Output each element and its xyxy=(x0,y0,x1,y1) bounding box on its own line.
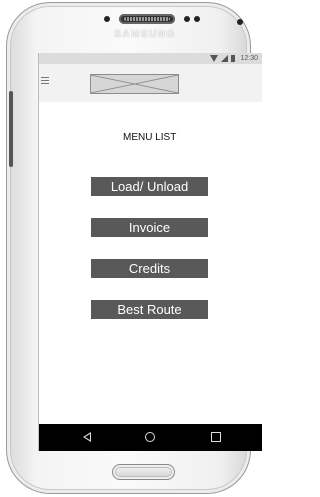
front-camera xyxy=(104,16,110,22)
brand-logo: SAMSUNG xyxy=(114,29,176,40)
light-sensor xyxy=(194,16,200,22)
wifi-icon xyxy=(210,55,219,62)
app-bar xyxy=(39,64,262,102)
best-route-button[interactable]: Best Route xyxy=(91,300,208,319)
sensor-dot xyxy=(237,19,243,25)
credits-button[interactable]: Credits xyxy=(91,259,208,278)
recent-apps-icon[interactable] xyxy=(211,432,221,442)
back-icon[interactable] xyxy=(83,432,91,442)
phone-frame: SAMSUNG 12:30 MENU LIST Load/ Unload Inv… xyxy=(6,2,262,494)
signal-icon xyxy=(221,55,229,62)
status-time: 12:30 xyxy=(240,55,258,62)
app-screen: 12:30 MENU LIST Load/ Unload Invoice Cre… xyxy=(38,53,262,451)
load-unload-button[interactable]: Load/ Unload xyxy=(91,177,208,196)
home-icon[interactable] xyxy=(145,432,155,442)
earpiece-speaker xyxy=(119,14,175,24)
physical-home-button[interactable] xyxy=(112,464,175,480)
proximity-sensor xyxy=(184,16,190,22)
navigation-bar xyxy=(39,424,262,451)
menu-list-title: MENU LIST xyxy=(123,132,177,143)
hamburger-menu-icon[interactable] xyxy=(41,77,49,86)
invoice-button[interactable]: Invoice xyxy=(91,218,208,237)
status-icons: 12:30 xyxy=(210,54,258,63)
status-bar: 12:30 xyxy=(39,53,262,64)
logo-image-placeholder xyxy=(90,74,179,94)
battery-icon xyxy=(231,55,236,62)
side-button xyxy=(9,91,13,167)
